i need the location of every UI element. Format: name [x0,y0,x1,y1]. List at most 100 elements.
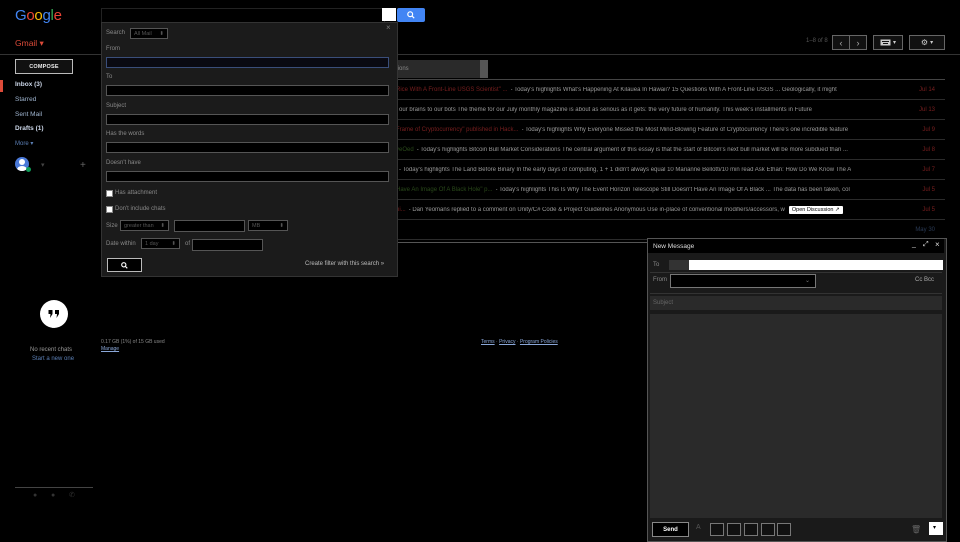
phone-icon[interactable]: ✆ [69,491,75,499]
mail-date: Jul 13 [918,106,935,113]
keyboard-icon [880,39,891,46]
mail-subject: Frame of Cryptocurrency" published in Ha… [396,126,519,133]
mail-row[interactable]: Rice With A Front-Line USGS Scientist" .… [396,80,945,100]
cc-bcc-link[interactable]: Cc Bcc [915,277,934,283]
mail-snippet: our brains to our bots The theme for our… [399,106,813,113]
search-scope-select[interactable]: All Mail ⬍ [130,28,168,39]
mail-snippet: - Today's highlights The Land Before Bin… [399,166,852,173]
doesnt-have-field[interactable] [106,171,389,182]
mail-subject: veOed [396,146,414,153]
storage-usage-text: 0.17 GB (1%) of 15 GB used [101,339,165,345]
drive-icon[interactable] [727,523,741,536]
mail-date: Jul 5 [922,186,935,193]
advanced-search-button[interactable] [107,258,142,272]
send-button[interactable]: Send [652,522,689,537]
tab-promotions[interactable]: tions [396,60,480,78]
compose-header[interactable]: New Message [648,239,944,253]
privacy-link[interactable]: Privacy [499,339,515,345]
photo-icon[interactable] [744,523,758,536]
manage-storage-link[interactable]: Manage [101,346,119,352]
mail-date: Jul 7 [922,166,935,173]
has-words-label: Has the words [106,131,145,137]
emoji-icon[interactable] [777,523,791,536]
pagination-text: 1–8 of 8 [806,38,828,44]
from-select[interactable]: ⌄ [670,274,816,288]
logo-letter: g [42,7,51,24]
date-range-select[interactable]: 1 day ⬍ [141,238,180,249]
link-icon[interactable] [761,523,775,536]
inbox-active-marker [0,80,3,92]
terms-link[interactable]: Terms [481,339,495,345]
search-options-toggle[interactable] [382,8,396,21]
doesnt-have-label: Doesn't have [106,160,141,166]
mail-row[interactable]: May 30 [396,220,945,240]
format-text-icon[interactable]: A [696,524,701,531]
chevron-left-icon: ‹ [839,37,843,48]
input-tools-button[interactable]: ▾ [873,35,903,50]
to-field[interactable] [689,260,943,270]
has-attachment-checkbox[interactable] [106,190,113,197]
more-options-button[interactable]: ▾ [929,522,943,535]
sidebar-item-sent[interactable]: Sent Mail [15,111,42,118]
subject-placeholder: Subject [653,300,674,306]
mail-row[interactable]: ni... - Dan Yeomans replied to a comment … [396,200,945,220]
size-label: Size [106,223,118,229]
close-icon[interactable]: × [935,240,940,249]
from-label: From [106,46,120,52]
from-field[interactable] [106,57,389,68]
gmail-app-menu[interactable]: Gmail ▾ [15,38,44,49]
hangout-small-icon[interactable]: ● [51,492,55,499]
subject-field[interactable]: Subject [650,296,942,310]
search-scope-label: Search [106,30,126,36]
attach-file-icon[interactable] [710,523,724,536]
subject-field[interactable] [106,114,389,125]
google-logo[interactable]: Google [15,7,62,24]
compose-title: New Message [653,242,695,250]
settings-button[interactable]: ⚙ ▾ [909,35,945,50]
size-value-field[interactable] [174,220,245,232]
mail-row[interactable]: - Today's highlights The Land Before Bin… [396,160,945,180]
next-page-button[interactable]: › [849,35,867,50]
sidebar-item-inbox[interactable]: Inbox (3) [15,81,42,88]
mail-row[interactable]: Have An Image Of A Black Hole" p... - Tod… [396,180,945,200]
person-small-icon[interactable]: ● [33,492,37,499]
search-button[interactable] [397,8,425,22]
status-dropdown-icon[interactable]: ▾ [41,161,45,169]
add-chat-icon[interactable]: + [80,160,86,171]
mail-snippet: - Dan Yeomans replied to a comment on Un… [408,206,785,213]
has-attachment-label: Has attachment [115,190,158,196]
mail-snippet: - Today's highlights Why Everyone Missed… [521,126,849,133]
size-unit-select[interactable]: MB ⬍ [248,220,288,231]
sidebar-bottom-divider [15,487,93,488]
dont-include-chats-checkbox[interactable] [106,206,113,213]
chevron-down-icon: ⌄ [804,278,810,284]
gear-icon: ⚙ [920,38,929,47]
date-within-label: Date within [106,241,136,247]
logo-letter: e [53,7,62,24]
compose-button[interactable]: COMPOSE [15,59,73,74]
has-words-field[interactable] [106,142,389,153]
create-filter-link[interactable]: Create filter with this search » [305,261,384,267]
sidebar-item-drafts[interactable]: Drafts (1) [15,125,44,132]
mail-row[interactable]: Frame of Cryptocurrency" published in Ha… [396,120,945,140]
mail-subject: Rice With A Front-Line USGS Scientist" .… [396,86,508,93]
message-body[interactable] [650,314,942,518]
to-field[interactable] [106,85,389,96]
sidebar-item-starred[interactable]: Starred [15,96,36,103]
minimize-icon[interactable]: _ [912,241,916,248]
size-operator-select[interactable]: greater than ⬍ [120,220,169,231]
open-discussion-button[interactable]: Open Discussion ↗ [788,205,843,214]
sidebar-more[interactable]: More ▾ [15,140,33,147]
expand-icon[interactable]: ⤢ [923,241,929,249]
mail-row[interactable]: veOed - Today's highlights Bitcoin Bull M… [396,140,945,160]
program-policies-link[interactable]: Program Policies [520,339,558,345]
date-field[interactable] [192,239,263,251]
mail-date: Jul 14 [918,86,935,93]
prev-page-button[interactable]: ‹ [832,35,850,50]
trash-icon[interactable]: 🗑 [911,525,921,534]
mail-row[interactable]: our brains to our bots The theme for our… [396,100,945,120]
subject-label: Subject [106,103,127,109]
close-icon[interactable]: × [386,23,391,32]
start-new-chat-link[interactable]: Start a new one [32,356,74,362]
mail-snippet: - Today's highlights This Is Why The Eve… [495,186,850,193]
